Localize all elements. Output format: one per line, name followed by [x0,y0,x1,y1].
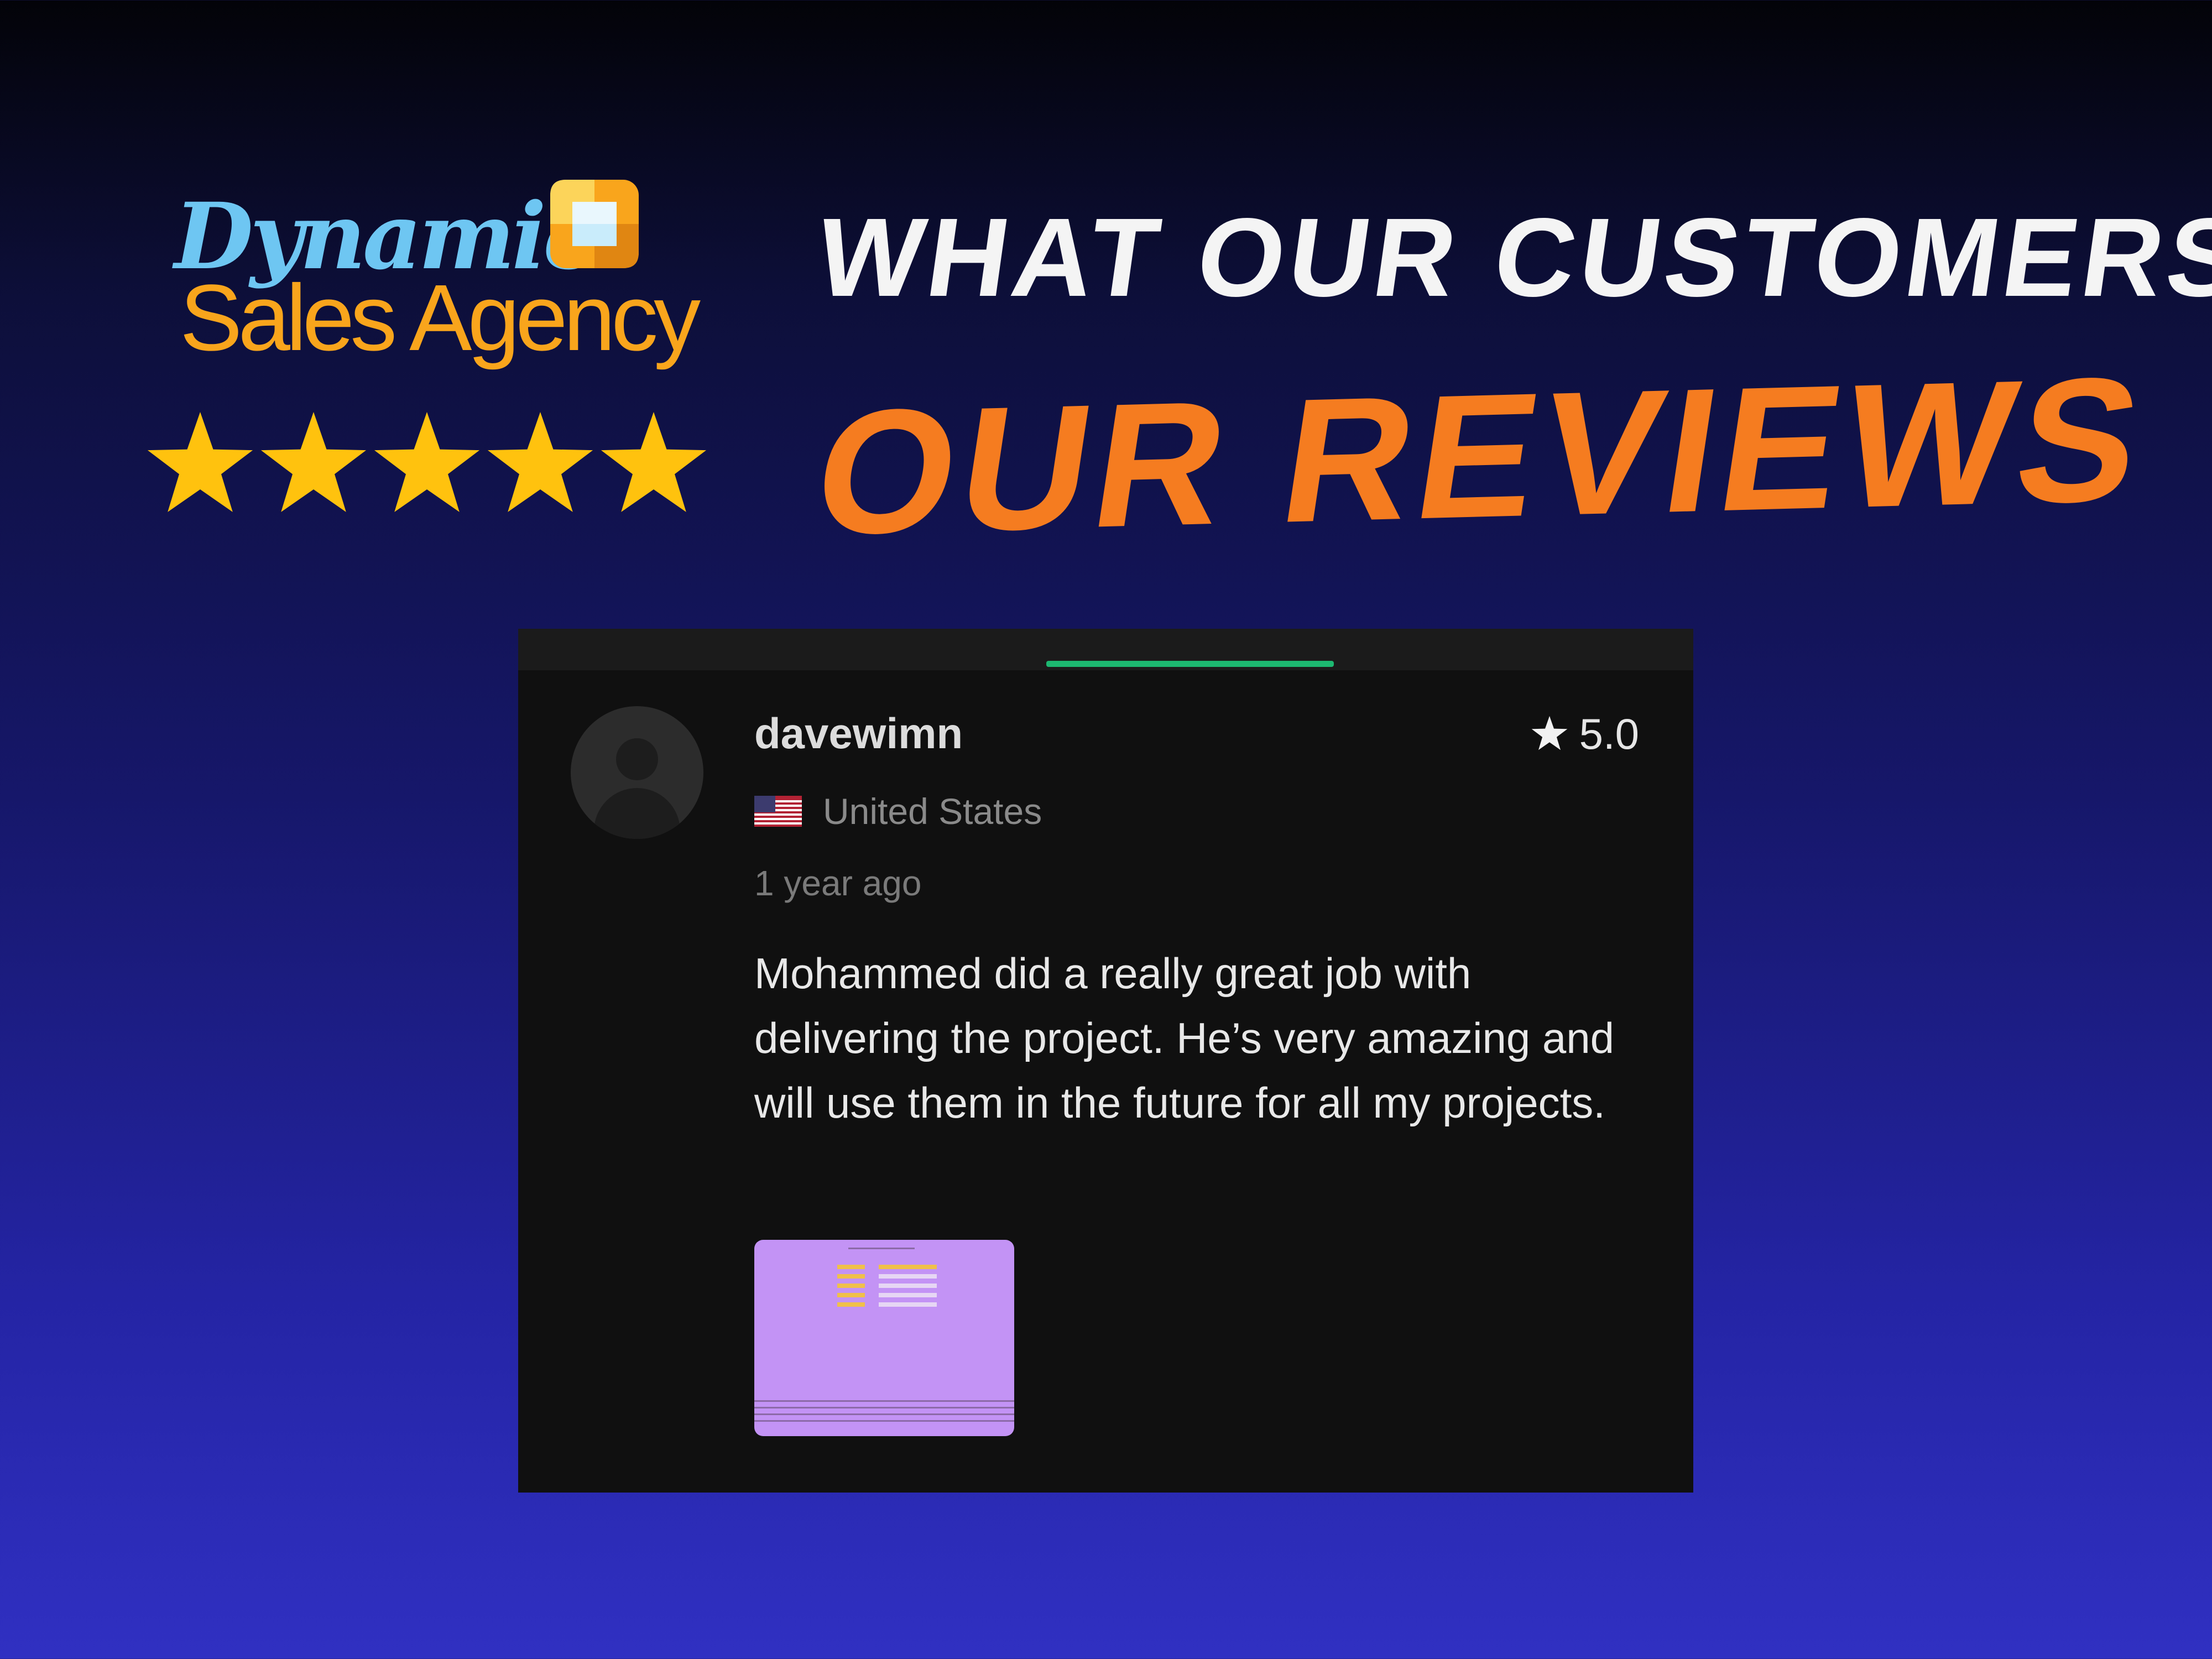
rating-value: 5.0 [1579,709,1639,758]
five-star-rating-icon [147,412,707,512]
review-timestamp: 1 year ago [754,863,922,903]
review-rating: 5.0 [1531,712,1639,756]
headline-big: Our Reviews [803,339,2158,572]
headline-small: What Our Customers Say [809,195,2212,320]
review-card: davewimn 5.0 United States 1 year ago Mo… [518,629,1693,1493]
us-flag-icon [754,796,802,827]
country-name: United States [823,791,1042,832]
review-attachment-thumbnail[interactable] [754,1240,1014,1436]
active-tab-indicator[interactable] [1046,661,1334,667]
brand-mark-icon [550,180,639,268]
star-icon [374,412,480,512]
reviewer-country: United States [754,789,1042,833]
reviewer-username[interactable]: davewimn [754,712,963,755]
star-icon [487,412,593,512]
star-icon [147,412,253,512]
brand-logo: Dynamic Sales Agency [174,169,701,373]
star-icon [260,412,367,512]
avatar-placeholder-icon[interactable] [571,706,703,839]
review-body: Mohammed did a really great job with del… [754,949,1615,1127]
brand-name-line2: Sales Agency [180,265,701,371]
star-icon [601,412,707,512]
star-icon [1531,716,1567,750]
